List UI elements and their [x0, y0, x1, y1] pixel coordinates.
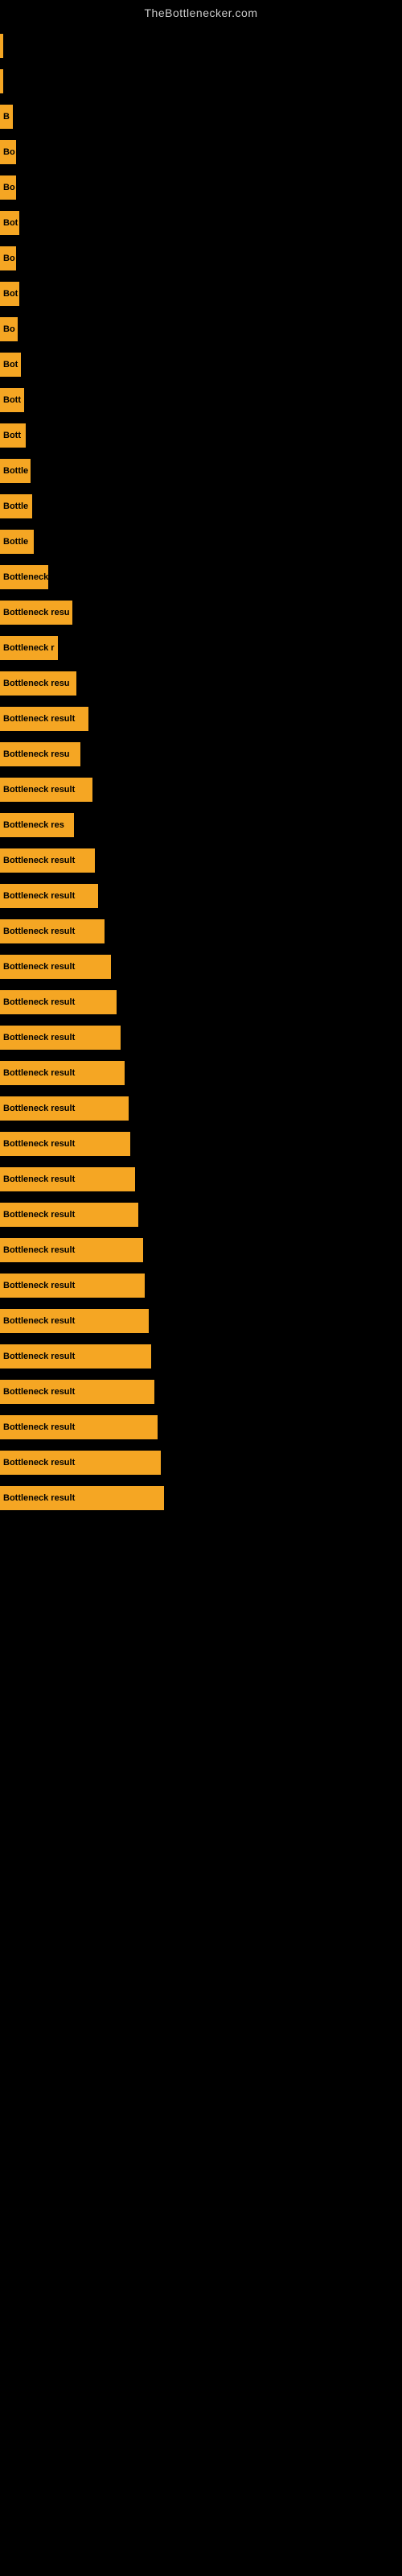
- result-bar: Bottleneck result: [0, 1274, 145, 1298]
- bar-row: Bottleneck result: [0, 1164, 402, 1195]
- bar-row: Bottleneck result: [0, 1483, 402, 1513]
- bar-row: Bott: [0, 420, 402, 451]
- bar-row: Bottleneck: [0, 562, 402, 592]
- result-bar: Bott: [0, 388, 24, 412]
- result-bar: Bottle: [0, 494, 32, 518]
- result-bar: Bottleneck result: [0, 707, 88, 731]
- result-bar: Bo: [0, 317, 18, 341]
- bar-row: Bottleneck result: [0, 1022, 402, 1053]
- result-bar: Bottleneck result: [0, 1096, 129, 1121]
- bar-row: Bottleneck result: [0, 952, 402, 982]
- result-bar: [0, 69, 3, 93]
- result-bar: Bottleneck resu: [0, 742, 80, 766]
- result-bar: Bot: [0, 282, 19, 306]
- bar-row: Bottleneck result: [0, 1093, 402, 1124]
- result-bar: Bo: [0, 246, 16, 270]
- result-bar: Bo: [0, 140, 16, 164]
- result-bar: Bottleneck result: [0, 1203, 138, 1227]
- bar-row: Bott: [0, 385, 402, 415]
- bar-row: Bottle: [0, 526, 402, 557]
- result-bar: Bottleneck result: [0, 1415, 158, 1439]
- bar-row: Bottleneck result: [0, 1377, 402, 1407]
- bar-row: Bottleneck result: [0, 1058, 402, 1088]
- result-bar: Bottleneck r: [0, 636, 58, 660]
- bar-row: Bottleneck result: [0, 774, 402, 805]
- bar-row: Bottleneck result: [0, 1270, 402, 1301]
- bar-row: Bottleneck result: [0, 1341, 402, 1372]
- result-bar: Bot: [0, 353, 21, 377]
- result-bar: Bottleneck result: [0, 1132, 130, 1156]
- bar-row: Bottleneck result: [0, 1199, 402, 1230]
- result-bar: [0, 34, 3, 58]
- result-bar: Bottleneck result: [0, 1486, 164, 1510]
- bar-row: Bottleneck result: [0, 881, 402, 911]
- bar-row: Bottleneck result: [0, 1235, 402, 1265]
- bar-row: Bottleneck resu: [0, 739, 402, 770]
- result-bar: Bottleneck result: [0, 919, 105, 943]
- bar-row: Bot: [0, 349, 402, 380]
- result-bar: Bottleneck result: [0, 990, 117, 1014]
- bar-row: Bottleneck result: [0, 1129, 402, 1159]
- result-bar: Bottleneck result: [0, 1309, 149, 1333]
- site-title: TheBottlenecker.com: [0, 0, 402, 23]
- result-bar: Bottleneck result: [0, 1061, 125, 1085]
- result-bar: Bottleneck result: [0, 1026, 121, 1050]
- result-bar: B: [0, 105, 13, 129]
- result-bar: Bottleneck result: [0, 1238, 143, 1262]
- bar-row: Bottle: [0, 456, 402, 486]
- result-bar: Bottleneck res: [0, 813, 74, 837]
- result-bar: Bottleneck result: [0, 1451, 161, 1475]
- bar-row: Bo: [0, 137, 402, 167]
- result-bar: Bottleneck result: [0, 1167, 135, 1191]
- result-bar: Bottleneck result: [0, 884, 98, 908]
- result-bar: Bot: [0, 211, 19, 235]
- bar-row: Bottleneck result: [0, 1412, 402, 1443]
- result-bar: Bottleneck resu: [0, 671, 76, 696]
- bar-row: Bottleneck result: [0, 1306, 402, 1336]
- result-bar: Bottleneck result: [0, 1380, 154, 1404]
- bar-row: [0, 31, 402, 61]
- result-bar: Bottle: [0, 459, 31, 483]
- result-bar: Bottleneck result: [0, 778, 92, 802]
- bar-row: Bottleneck result: [0, 845, 402, 876]
- bar-row: Bo: [0, 314, 402, 345]
- result-bar: Bottle: [0, 530, 34, 554]
- bar-row: Bottleneck result: [0, 987, 402, 1018]
- bar-row: Bo: [0, 172, 402, 203]
- result-bar: Bottleneck result: [0, 1344, 151, 1368]
- result-bar: Bottleneck resu: [0, 601, 72, 625]
- bar-row: Bottleneck result: [0, 704, 402, 734]
- result-bar: Bottleneck: [0, 565, 48, 589]
- bar-row: Bottleneck result: [0, 916, 402, 947]
- bar-row: B: [0, 101, 402, 132]
- result-bar: Bott: [0, 423, 26, 448]
- bar-row: Bottleneck resu: [0, 597, 402, 628]
- bar-row: Bot: [0, 208, 402, 238]
- bar-row: [0, 66, 402, 97]
- result-bar: Bottleneck result: [0, 955, 111, 979]
- bar-row: Bottleneck res: [0, 810, 402, 840]
- bar-row: Bottleneck resu: [0, 668, 402, 699]
- bar-row: Bottleneck r: [0, 633, 402, 663]
- result-bar: Bottleneck result: [0, 848, 95, 873]
- bar-row: Bottle: [0, 491, 402, 522]
- bar-row: Bot: [0, 279, 402, 309]
- result-bar: Bo: [0, 175, 16, 200]
- bar-row: Bo: [0, 243, 402, 274]
- bars-container: B Bo Bo Bot Bo Bot Bo Bot Bott Bott Bottle Bottle Bo…: [0, 23, 402, 1526]
- bar-row: Bottleneck result: [0, 1447, 402, 1478]
